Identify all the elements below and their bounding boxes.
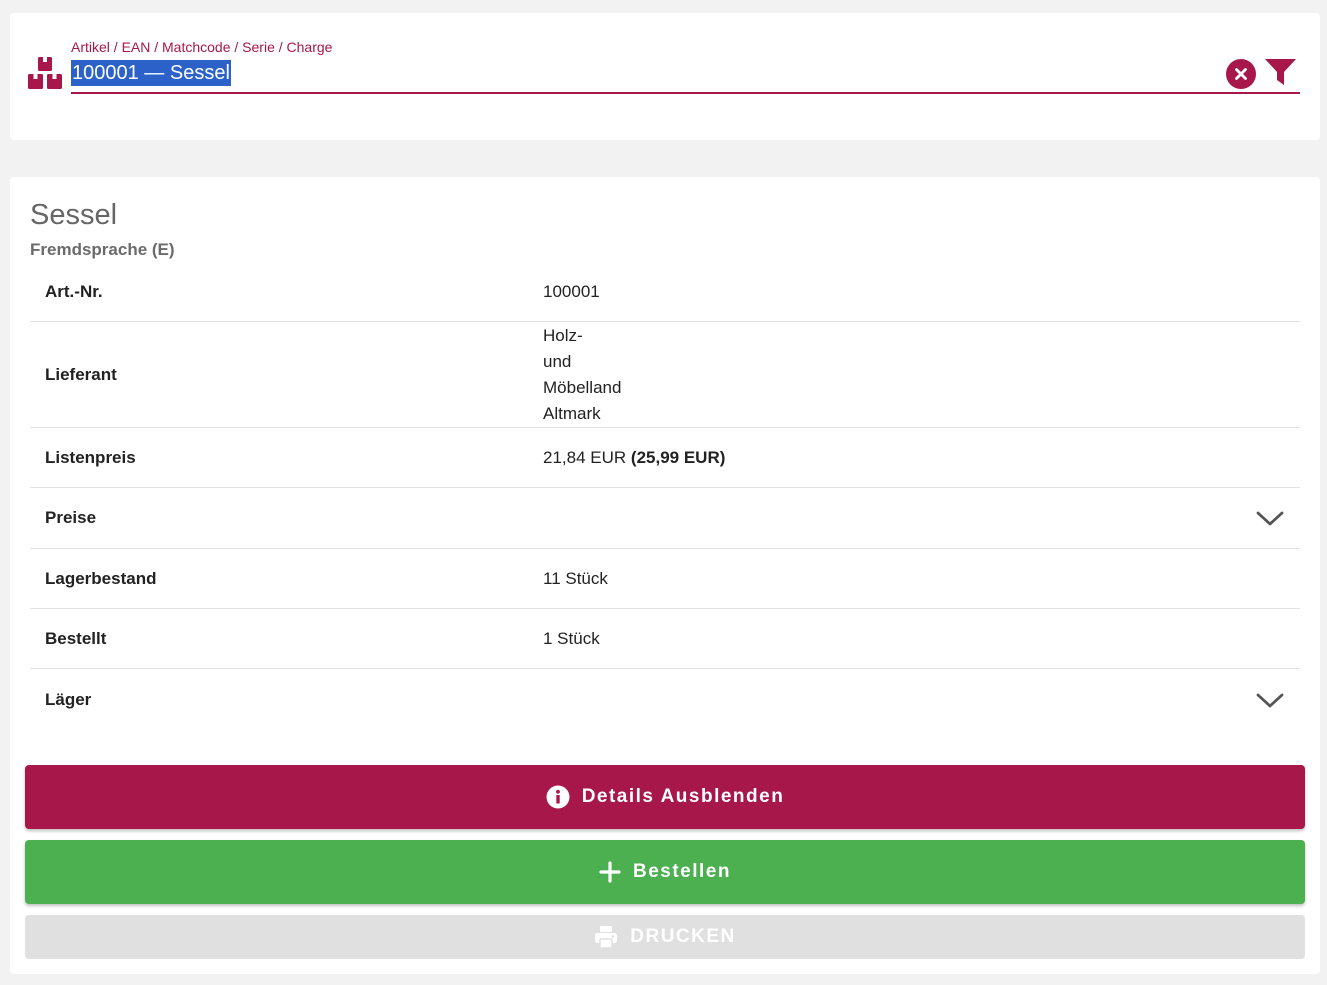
row-label: Art.-Nr. [45, 281, 103, 301]
row-label: Lieferant [45, 364, 117, 384]
row-label: Lagerbestand [45, 568, 157, 588]
row-value: 11 Stück [543, 568, 608, 588]
article-detail-card: Sessel Fremdsprache (E) Art.-Nr. 100001 … [10, 177, 1320, 974]
order-button[interactable]: Bestellen [25, 840, 1305, 904]
filter-icon [1265, 59, 1296, 85]
row-value: 100001 [543, 281, 600, 301]
hide-details-label: Details Ausblenden [581, 786, 785, 807]
row-value: 21,84 EUR (25,99 EUR) [543, 445, 725, 471]
search-input[interactable]: 100001 — Sessel [71, 59, 1300, 94]
printer-icon [595, 926, 618, 949]
row-supplier: Lieferant Holz- und Möbelland Altmark [30, 322, 1300, 428]
filter-button[interactable] [1264, 57, 1297, 87]
article-info-table: Art.-Nr. 100001 Lieferant Holz- und Möbe… [30, 262, 1300, 731]
net-price: 21,84 EUR [543, 447, 627, 467]
print-label: DRUCKEN [630, 926, 736, 947]
row-label: Läger [45, 690, 92, 709]
clear-search-button[interactable] [1226, 59, 1256, 89]
row-article-number: Art.-Nr. 100001 [30, 262, 1300, 322]
row-value: Holz- und Möbelland Altmark [543, 323, 621, 427]
row-label: Preise [45, 508, 97, 527]
supplier-line: Altmark [543, 403, 601, 423]
hide-details-button[interactable]: Details Ausblenden [25, 765, 1305, 829]
supplier-line: und [543, 351, 572, 371]
supplier-line: Möbelland [543, 377, 622, 397]
search-card: Artikel / EAN / Matchcode / Serie / Char… [10, 13, 1320, 140]
gross-price: (25,99 EUR) [630, 447, 726, 467]
clear-circle-icon [1235, 68, 1247, 80]
article-title: Sessel [30, 199, 118, 231]
chevron-down-icon[interactable] [1256, 690, 1284, 710]
row-value: 1 Stück [543, 628, 600, 648]
row-warehouses-expandable[interactable]: Läger [30, 669, 1300, 731]
search-label: Artikel / EAN / Matchcode / Serie / Char… [71, 39, 333, 55]
supplier-line: Holz- [543, 325, 583, 345]
row-label: Listenpreis [45, 447, 136, 467]
row-ordered: Bestellt 1 Stück [30, 609, 1300, 669]
plus-icon [599, 861, 621, 883]
search-input-value[interactable]: 100001 — Sessel [71, 60, 231, 86]
row-list-price: Listenpreis 21,84 EUR (25,99 EUR) [30, 428, 1300, 488]
print-button[interactable]: DRUCKEN [25, 915, 1305, 959]
boxes-icon [28, 57, 62, 89]
chevron-down-icon[interactable] [1256, 508, 1284, 528]
row-label: Bestellt [45, 628, 107, 648]
article-subtitle: Fremdsprache (E) [30, 240, 175, 259]
row-stock: Lagerbestand 11 Stück [30, 549, 1300, 609]
row-prices-expandable[interactable]: Preise [30, 488, 1300, 549]
order-label: Bestellen [633, 861, 731, 882]
info-icon [546, 785, 570, 809]
